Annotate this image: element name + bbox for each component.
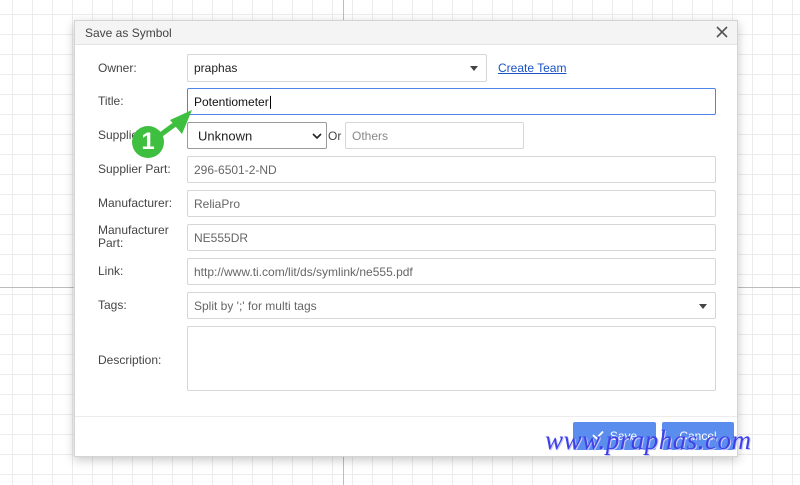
description-textarea[interactable] (187, 326, 716, 391)
dialog-titlebar: Save as Symbol (75, 21, 737, 45)
manufacturer-part-label-line2: Part: (98, 236, 124, 250)
chevron-down-icon (312, 130, 322, 144)
link-input[interactable]: http://www.ti.com/lit/ds/symlink/ne555.p… (187, 258, 716, 285)
tags-select[interactable]: Split by ';' for multi tags (187, 292, 716, 319)
title-value: Potentiometer (194, 94, 269, 109)
text-cursor (269, 95, 271, 109)
supplier-select[interactable]: Unknown (187, 122, 327, 149)
manufacturer-label: Manufacturer: (98, 196, 173, 210)
chevron-down-icon (699, 303, 707, 309)
save-as-symbol-dialog: Save as Symbol Owner: praphas Create Tea… (74, 20, 738, 457)
title-label: Title: (98, 94, 124, 108)
supplier-part-label: Supplier Part: (98, 162, 171, 176)
close-icon[interactable] (715, 25, 729, 39)
create-team-link[interactable]: Create Team (498, 61, 566, 75)
owner-value: praphas (194, 61, 238, 75)
step-number: 1 (141, 128, 155, 155)
owner-select[interactable]: praphas (187, 54, 487, 82)
description-label: Description: (98, 353, 162, 367)
supplier-part-value: 296-6501-2-ND (194, 162, 277, 177)
manufacturer-part-value: NE555DR (194, 230, 249, 245)
other-supplier-input[interactable]: Others (345, 122, 524, 149)
chevron-down-icon (470, 66, 478, 71)
tags-placeholder: Split by ';' for multi tags (194, 298, 317, 313)
tags-label: Tags: (98, 298, 127, 312)
owner-label: Owner: (98, 61, 137, 75)
supplier-value: Unknown (198, 128, 253, 143)
manufacturer-part-input[interactable]: NE555DR (187, 224, 716, 251)
title-input[interactable]: Potentiometer (187, 88, 716, 115)
manufacturer-value: ReliaPro (194, 196, 241, 211)
manufacturer-input[interactable]: ReliaPro (187, 190, 716, 217)
or-text: Or (328, 129, 342, 143)
link-value: http://www.ti.com/lit/ds/symlink/ne555.p… (194, 264, 413, 279)
step-callout: 1 (130, 110, 200, 160)
watermark-text: www.praphas.com (545, 425, 752, 455)
supplier-part-input[interactable]: 296-6501-2-ND (187, 156, 716, 183)
other-supplier-placeholder: Others (352, 128, 389, 143)
footer-divider (75, 416, 737, 417)
dialog-title: Save as Symbol (85, 26, 172, 40)
link-label: Link: (98, 264, 124, 278)
